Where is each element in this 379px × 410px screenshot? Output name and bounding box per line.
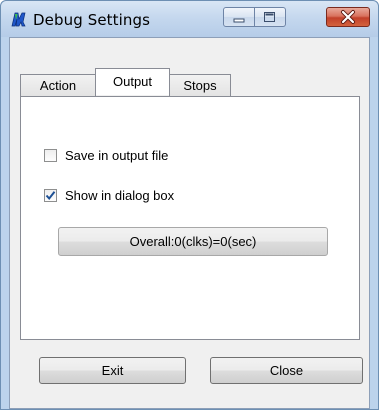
show-in-dialog-box-option[interactable]: Show in dialog box xyxy=(44,186,174,204)
tab-action-label: Action xyxy=(39,78,77,93)
tab-output[interactable]: Output xyxy=(95,68,170,95)
minimize-button[interactable] xyxy=(223,7,255,27)
show-in-dialog-box-label: Show in dialog box xyxy=(65,187,175,203)
save-in-output-file-checkbox[interactable] xyxy=(44,148,57,162)
title-bar[interactable]: Debug Settings xyxy=(1,1,378,37)
close-button[interactable]: Close xyxy=(210,357,363,384)
tab-action[interactable]: Action xyxy=(20,74,96,96)
show-in-dialog-box-checkbox[interactable] xyxy=(44,188,57,202)
output-tab-panel xyxy=(20,96,360,340)
maximize-button[interactable] xyxy=(255,7,286,27)
save-in-output-file-option[interactable]: Save in output file xyxy=(44,146,168,164)
debug-settings-window: Debug Settings Action Output Stops Save … xyxy=(0,0,379,410)
app-logo-icon xyxy=(11,12,26,27)
tab-stops-label: Stops xyxy=(183,78,217,93)
exit-button-label: Exit xyxy=(101,363,124,378)
exit-button[interactable]: Exit xyxy=(39,357,186,384)
save-in-output-file-label: Save in output file xyxy=(65,147,169,163)
close-window-button[interactable] xyxy=(326,7,370,27)
maximize-icon xyxy=(264,12,275,22)
window-title: Debug Settings xyxy=(33,11,151,29)
close-icon xyxy=(341,10,355,24)
overall-timing-button[interactable]: Overall:0(clks)=0(sec) xyxy=(58,227,328,256)
tab-stops[interactable]: Stops xyxy=(169,74,231,96)
close-button-label: Close xyxy=(269,363,304,378)
minimize-icon xyxy=(233,18,245,23)
tab-output-label: Output xyxy=(112,74,153,89)
checkmark-icon xyxy=(45,190,56,200)
